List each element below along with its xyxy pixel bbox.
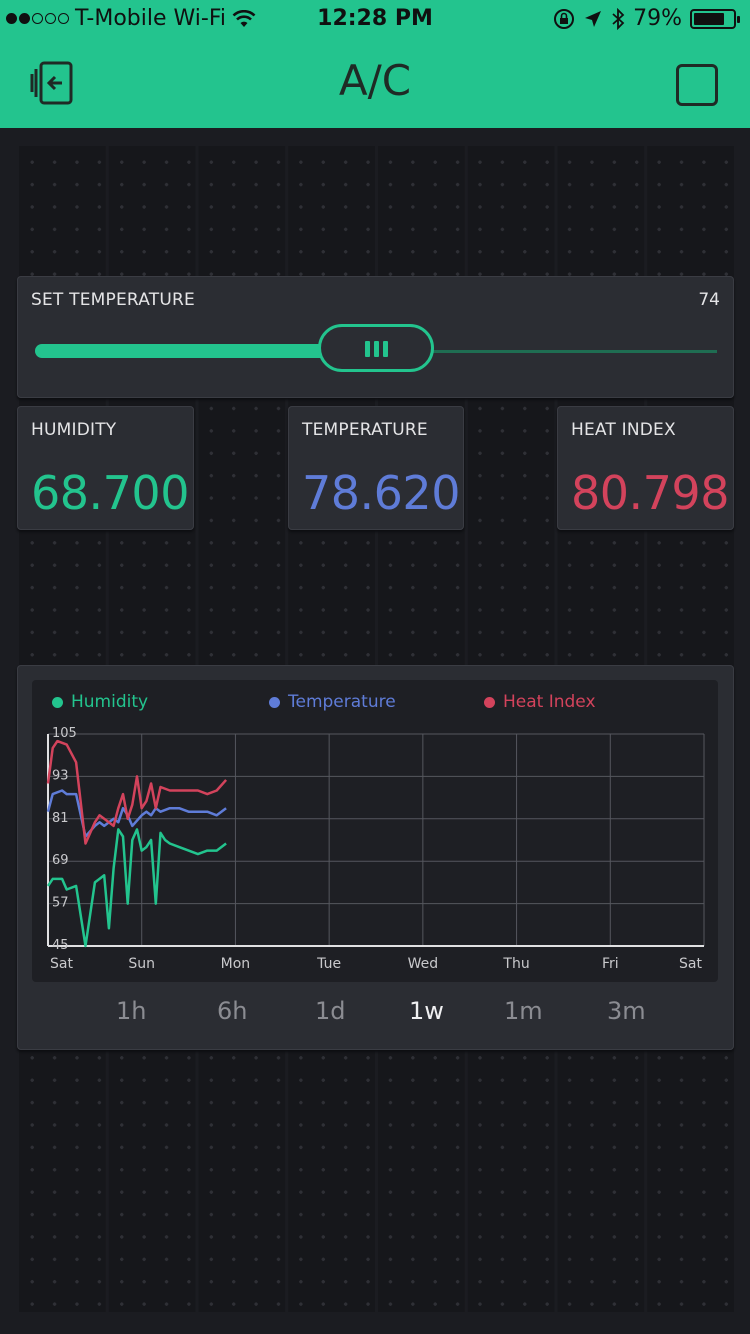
temperature-value: 78.620 [302,466,460,520]
page-title: A/C [338,56,412,105]
range-6h[interactable]: 6h [217,997,247,1025]
location-arrow-icon [585,10,602,27]
status-right: 79% [553,6,740,31]
range-1w[interactable]: 1w [409,997,444,1025]
heat-index-value: 80.798 [571,466,729,520]
grip-icon [365,341,388,357]
y-tick-label: 105 [52,726,77,741]
y-tick-label: 69 [52,853,69,868]
history-graph: Humidity Temperature Heat Index 105 93 81 6… [17,665,734,1050]
line-chart: 105 93 81 69 57 45 Sat Sun Mon Tue Wed Thu Fri Sat [46,726,705,972]
slider-handle[interactable] [318,324,434,372]
battery-percent: 79% [633,6,682,31]
series-line-humidity [46,828,227,948]
tile-label: TEMPERATURE [302,420,428,440]
y-tick-label: 81 [52,811,69,826]
x-tick-label: Mon [221,956,251,972]
range-3m[interactable]: 3m [607,997,646,1025]
x-tick-label: Sun [128,956,155,972]
y-tick-label: 93 [52,768,69,783]
tile-label: HUMIDITY [31,420,117,440]
chart-area: Humidity Temperature Heat Index 105 93 81 6… [32,680,718,982]
x-tick-label: Sat [679,956,702,972]
temperature-tile: TEMPERATURE 78.620 [288,406,464,530]
range-1h[interactable]: 1h [116,997,146,1025]
x-tick-label: Sat [50,956,73,972]
tile-label: HEAT INDEX [571,420,676,440]
range-1d[interactable]: 1d [315,997,346,1025]
x-tick-label: Thu [502,956,529,972]
slider-label: SET TEMPERATURE [31,290,195,310]
range-1m[interactable]: 1m [504,997,543,1025]
orientation-lock-icon [554,8,575,29]
stop-button[interactable] [676,64,718,106]
y-tick-label: 45 [52,938,69,953]
x-tick-label: Wed [408,956,439,972]
humidity-tile: HUMIDITY 68.700 [17,406,194,530]
x-tick-label: Tue [316,956,341,972]
app-header: A/C [0,40,750,128]
status-bar: T-Mobile Wi-Fi 12:28 PM 79% [0,0,750,40]
time-range-selector: 1h 6h 1d 1w 1m 3m [17,985,735,1045]
x-tick-label: Fri [602,956,619,972]
humidity-value: 68.700 [31,466,189,520]
series-line-heat-index [46,739,228,845]
y-tick-label: 57 [52,896,69,911]
slider-value: 74 [698,290,720,310]
bluetooth-icon [612,7,625,30]
heat-index-tile: HEAT INDEX 80.798 [557,406,734,530]
battery-icon [690,8,740,29]
set-temperature-slider: SET TEMPERATURE 74 [17,276,734,398]
